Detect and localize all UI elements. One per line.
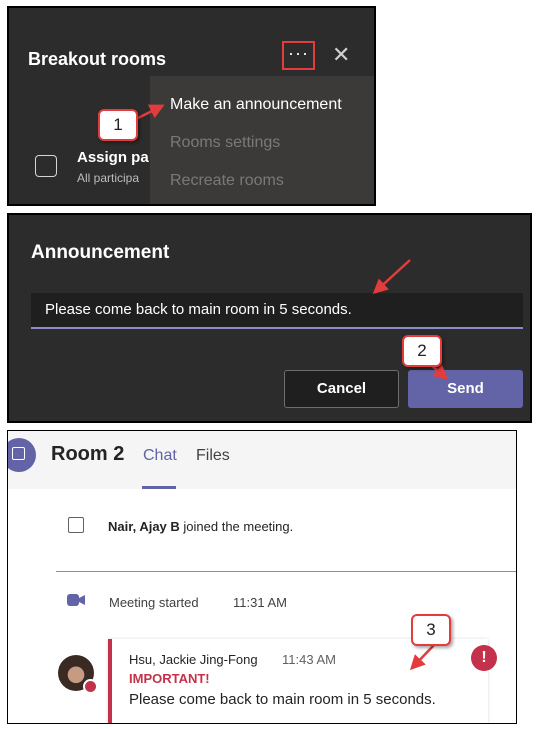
menu-item-rooms-settings[interactable]: Rooms settings <box>170 134 280 152</box>
room-title: Room 2 <box>51 443 125 465</box>
join-name: Nair, Ajay B <box>108 519 180 534</box>
chat-message[interactable]: Hsu, Jackie Jing-Fong 11:43 AM IMPORTANT… <box>108 639 488 723</box>
meeting-started-text: Meeting started <box>109 595 199 610</box>
announcement-input-text: Please come back to main room in 5 secon… <box>45 301 352 318</box>
video-camera-icon <box>67 594 85 606</box>
assign-participants-subtitle: All participa <box>77 171 140 185</box>
cancel-button[interactable]: Cancel <box>284 370 399 408</box>
announcement-title: Announcement <box>31 242 170 263</box>
presence-status-icon <box>83 679 98 694</box>
callout-2: 2 <box>402 335 442 367</box>
calendar-join-icon <box>68 517 84 533</box>
announcement-dialog: Announcement Please come back to main ro… <box>7 213 532 423</box>
important-alert-icon: ! <box>471 645 497 671</box>
calendar-icon <box>35 155 57 177</box>
message-body: Please come back to main room in 5 secon… <box>129 691 436 708</box>
message-author: Hsu, Jackie Jing-Fong <box>129 652 258 667</box>
menu-item-recreate-rooms[interactable]: Recreate rooms <box>170 172 284 190</box>
tab-chat-underline <box>142 486 176 489</box>
tab-chat[interactable]: Chat <box>143 447 177 465</box>
divider <box>56 571 516 572</box>
room-chat-panel: Room 2 Chat Files Nair, Ajay B joined th… <box>7 430 517 724</box>
callout-3: 3 <box>411 614 451 646</box>
callout-1: 1 <box>98 109 138 141</box>
send-button[interactable]: Send <box>408 370 523 408</box>
announcement-input[interactable]: Please come back to main room in 5 secon… <box>31 293 523 329</box>
close-button[interactable]: ✕ <box>332 44 350 66</box>
breakout-rooms-title: Breakout rooms <box>28 49 167 69</box>
breakout-rooms-panel: Breakout rooms ··· ✕ Assign pa All parti… <box>7 6 376 206</box>
join-event: Nair, Ajay B joined the meeting. <box>108 519 293 534</box>
more-options-menu: Make an announcement Rooms settings Recr… <box>150 76 374 204</box>
tab-files[interactable]: Files <box>196 447 230 465</box>
more-options-button[interactable]: ··· <box>282 41 315 70</box>
menu-item-make-announcement[interactable]: Make an announcement <box>170 96 342 114</box>
message-importance: IMPORTANT! <box>129 671 210 686</box>
join-suffix: joined the meeting. <box>179 519 294 534</box>
assign-participants-title[interactable]: Assign pa <box>77 149 149 166</box>
meeting-started-time: 11:31 AM <box>233 595 287 610</box>
message-time: 11:43 AM <box>282 652 336 667</box>
